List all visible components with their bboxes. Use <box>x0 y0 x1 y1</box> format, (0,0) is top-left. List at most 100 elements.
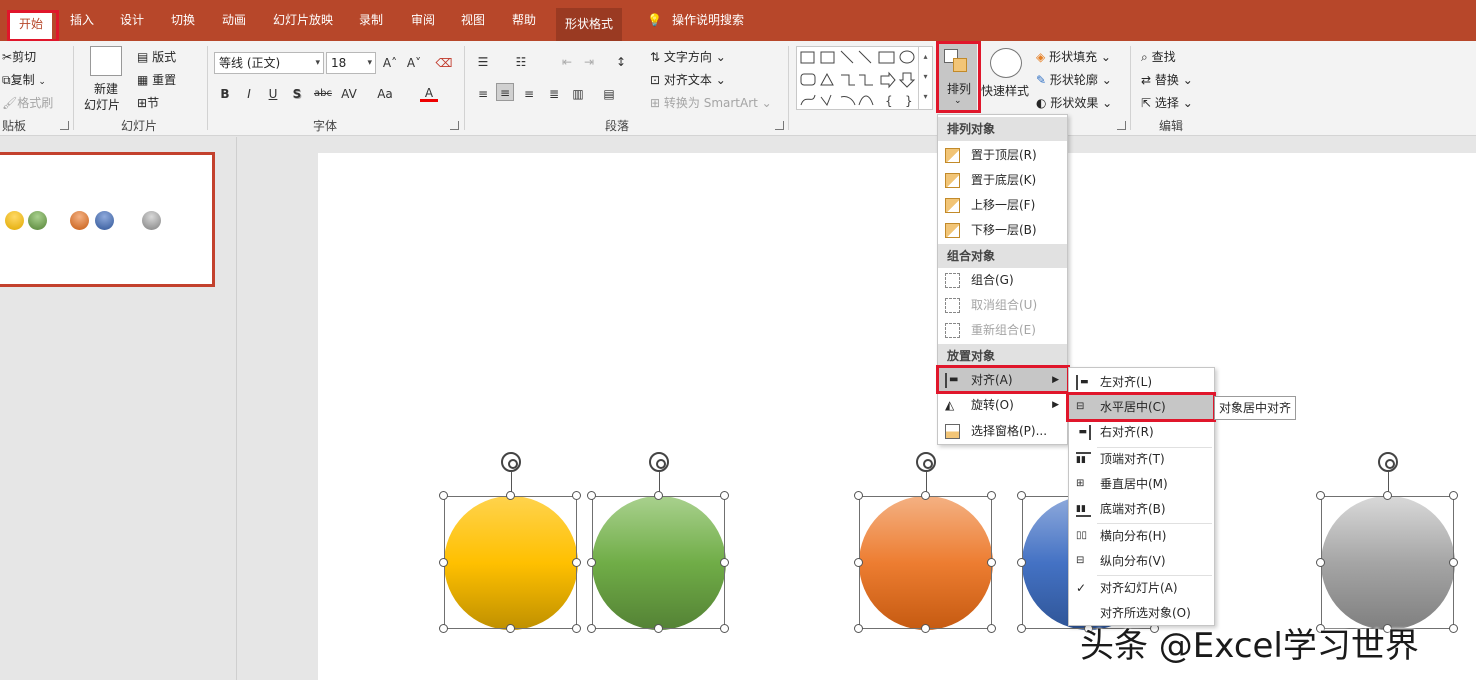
resize-handle[interactable] <box>587 557 596 567</box>
quick-styles-icon[interactable] <box>990 48 1022 78</box>
tab-home[interactable]: 开始 <box>10 10 53 41</box>
menu-selection-pane[interactable]: 选择窗格(P)... <box>938 419 1067 444</box>
distribute-vertically[interactable]: ⊟ 纵向分布(V) <box>1069 549 1214 574</box>
select-button[interactable]: ⇱ 选择 ⌄ <box>1141 94 1193 111</box>
align-to-slide[interactable]: ✓ 对齐幻灯片(A) <box>1069 576 1214 601</box>
resize-handle[interactable] <box>720 624 729 633</box>
paragraph-launcher-icon[interactable] <box>775 121 784 130</box>
cut-button[interactable]: ✂剪切 <box>2 48 36 65</box>
resize-handle[interactable] <box>1449 491 1458 500</box>
rotate-handle-icon[interactable] <box>500 452 521 472</box>
tab-review[interactable]: 审阅 <box>402 8 444 32</box>
reset-button[interactable]: ▦ 重置 <box>137 71 176 88</box>
shape-outline-button[interactable]: ✎ 形状轮廓 ⌄ <box>1036 71 1112 88</box>
resize-handle[interactable] <box>439 624 448 633</box>
resize-handle[interactable] <box>987 557 996 567</box>
resize-handle[interactable] <box>1017 491 1026 500</box>
font-name-combo[interactable]: 等线 (正文) ▾ <box>214 52 324 74</box>
decrease-indent-icon[interactable]: ⇤ <box>558 53 576 71</box>
text-direction-button[interactable]: ⇅ 文字方向 ⌄ <box>650 48 726 65</box>
tab-view[interactable]: 视图 <box>452 8 494 32</box>
resize-handle[interactable] <box>653 624 663 633</box>
justify-icon[interactable]: ≣ <box>545 85 563 103</box>
gallery-scroll[interactable]: ▴ ▾ ▾ <box>918 47 932 109</box>
columns-icon[interactable]: ▤ <box>600 85 618 103</box>
resize-handle[interactable] <box>1316 491 1325 500</box>
shapes-gallery[interactable]: { } ▴ ▾ ▾ <box>796 46 933 110</box>
resize-handle[interactable] <box>1382 491 1392 500</box>
shrink-font-icon[interactable]: A˅ <box>405 54 423 72</box>
bullets-icon[interactable]: ☰ <box>474 53 492 71</box>
grow-font-icon[interactable]: A˄ <box>381 54 399 72</box>
section-button[interactable]: ⊞节 <box>137 94 159 111</box>
align-text-button[interactable]: ⊡ 对齐文本 ⌄ <box>650 71 726 88</box>
drawing-launcher-icon[interactable] <box>1117 121 1126 130</box>
tab-insert[interactable]: 插入 <box>61 8 103 32</box>
menu-ungroup[interactable]: 取消组合(U) <box>938 293 1067 318</box>
shape-effects-button[interactable]: ◐ 形状效果 ⌄ <box>1036 94 1112 111</box>
align-right[interactable]: ▬ 右对齐(R) <box>1069 420 1214 445</box>
tab-slideshow[interactable]: 幻灯片放映 <box>264 8 342 32</box>
new-slide-label[interactable]: 新建 <box>94 80 118 97</box>
change-case-button[interactable]: Aa <box>374 85 396 103</box>
shape-fill-button[interactable]: ◈ 形状填充 ⌄ <box>1036 48 1111 65</box>
distributed-icon[interactable]: ▥ <box>569 85 587 103</box>
menu-regroup[interactable]: 重新组合(E) <box>938 318 1067 343</box>
layout-button[interactable]: ▤ 版式 <box>137 48 176 65</box>
menu-bring-to-front[interactable]: 置于顶层(R) <box>938 143 1067 168</box>
rotate-handle-icon[interactable] <box>915 452 936 472</box>
align-center-icon[interactable]: ≡ <box>496 83 514 101</box>
resize-handle[interactable] <box>653 491 663 500</box>
resize-handle[interactable] <box>854 624 863 633</box>
align-right-icon[interactable]: ≡ <box>520 85 538 103</box>
shadow-button[interactable]: S <box>288 85 306 103</box>
resize-handle[interactable] <box>1017 624 1026 633</box>
rotate-handle-icon[interactable] <box>1377 452 1398 472</box>
resize-handle[interactable] <box>439 557 448 567</box>
italic-button[interactable]: I <box>240 85 258 103</box>
replace-button[interactable]: ⇄ 替换 ⌄ <box>1141 71 1193 88</box>
tab-help[interactable]: 帮助 <box>503 8 545 32</box>
tell-me-search[interactable]: 💡 操作说明搜索 <box>638 8 753 32</box>
resize-handle[interactable] <box>854 491 863 500</box>
resize-handle[interactable] <box>920 624 930 633</box>
font-color-button[interactable]: A <box>420 84 438 102</box>
resize-handle[interactable] <box>505 491 515 500</box>
resize-handle[interactable] <box>1316 557 1325 567</box>
format-painter-button[interactable]: 🖌格式刷 <box>2 94 53 111</box>
align-middle[interactable]: ⊞ 垂直居中(M) <box>1069 472 1214 497</box>
resize-handle[interactable] <box>1017 557 1026 567</box>
tab-record[interactable]: 录制 <box>350 8 392 32</box>
resize-handle[interactable] <box>572 557 581 567</box>
menu-send-to-back[interactable]: 置于底层(K) <box>938 168 1067 193</box>
quick-styles-label[interactable]: 快速样式 <box>981 82 1029 99</box>
new-slide-icon[interactable] <box>90 46 122 76</box>
resize-handle[interactable] <box>1449 624 1458 633</box>
resize-handle[interactable] <box>587 491 596 500</box>
menu-send-backward[interactable]: 下移一层(B) <box>938 218 1067 243</box>
numbering-icon[interactable]: ☷ <box>512 53 530 71</box>
clipboard-launcher-icon[interactable] <box>60 121 69 130</box>
resize-handle[interactable] <box>572 491 581 500</box>
align-left-icon[interactable]: ≡ <box>474 85 492 103</box>
resize-handle[interactable] <box>920 491 930 500</box>
resize-handle[interactable] <box>572 624 581 633</box>
menu-group[interactable]: 组合(G) <box>938 268 1067 293</box>
increase-indent-icon[interactable]: ⇥ <box>580 53 598 71</box>
char-spacing-button[interactable]: AV <box>338 85 360 103</box>
rotate-handle-icon[interactable] <box>648 452 669 472</box>
find-button[interactable]: ⌕ 查找 <box>1141 48 1176 65</box>
clear-format-icon[interactable]: ⌫ <box>435 54 453 72</box>
font-size-combo[interactable]: 18 ▾ <box>326 52 376 74</box>
resize-handle[interactable] <box>720 557 729 567</box>
arrange-button[interactable]: 排列 ⌄ <box>939 44 977 110</box>
resize-handle[interactable] <box>439 491 448 500</box>
menu-bring-forward[interactable]: 上移一层(F) <box>938 193 1067 218</box>
tab-shape-format[interactable]: 形状格式 <box>556 8 623 41</box>
copy-button[interactable]: ⧉复制 ⌄ <box>2 71 46 88</box>
distribute-horizontally[interactable]: ▯▯ 横向分布(H) <box>1069 524 1214 549</box>
resize-handle[interactable] <box>720 491 729 500</box>
tab-design[interactable]: 设计 <box>111 8 153 32</box>
resize-handle[interactable] <box>854 557 863 567</box>
align-center[interactable]: ⊟ 水平居中(C) <box>1069 395 1214 420</box>
